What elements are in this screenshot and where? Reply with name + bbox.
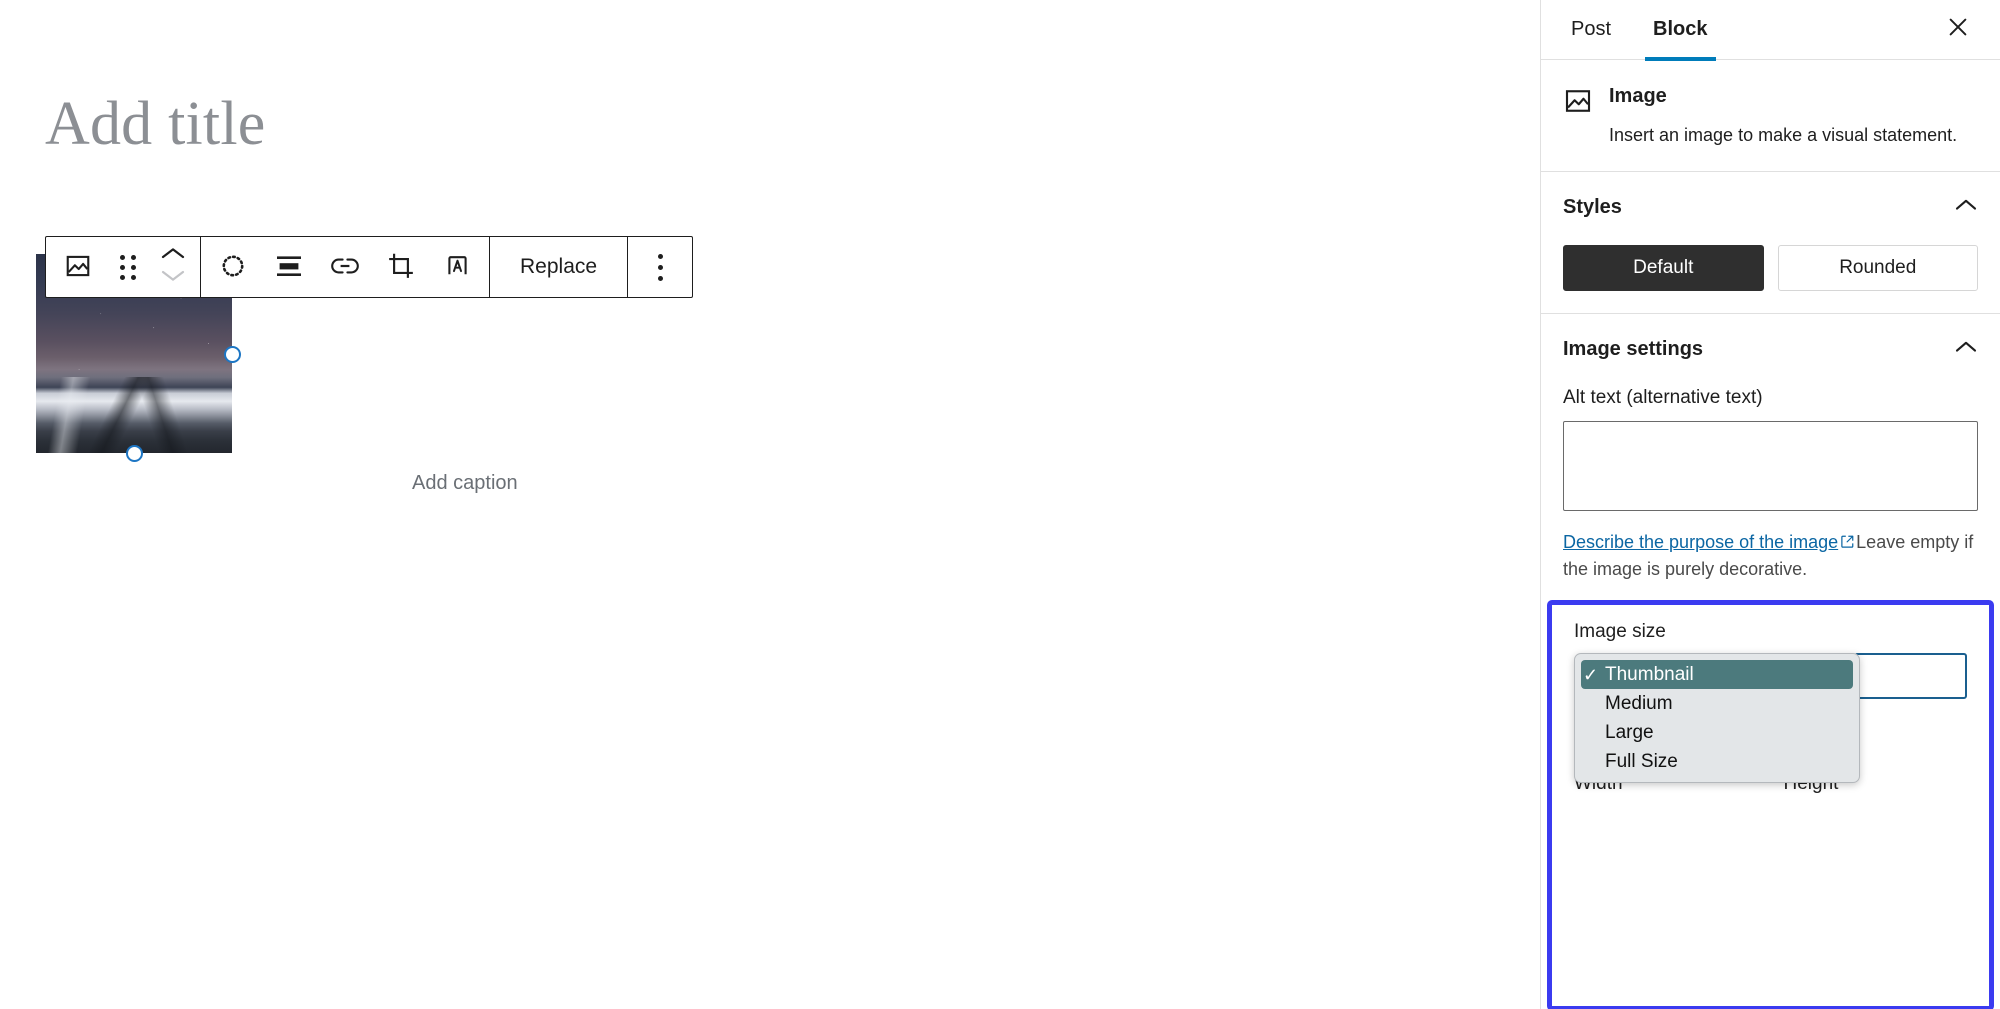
toolbar-group-replace: Replace	[489, 237, 627, 297]
settings-sidebar: Post Block Image Insert an image to make…	[1540, 0, 2000, 1009]
dropdown-option-label: Large	[1605, 721, 1654, 743]
align-options-icon	[220, 253, 246, 282]
image-settings-panel-header[interactable]: Image settings	[1563, 338, 1978, 361]
drag-handle-button[interactable]	[106, 238, 150, 296]
style-option-rounded[interactable]: Rounded	[1777, 244, 1978, 291]
tab-post[interactable]: Post	[1563, 0, 1619, 60]
external-link-icon	[1840, 531, 1855, 557]
close-icon	[1946, 15, 1970, 44]
more-options-icon	[657, 253, 663, 281]
toolbar-group-format	[200, 237, 489, 297]
close-sidebar-button[interactable]	[1936, 8, 1980, 52]
styles-panel: Styles Default Rounded	[1541, 172, 2000, 314]
toolbar-group-block	[46, 237, 200, 297]
crop-button[interactable]	[373, 238, 429, 296]
crop-icon	[387, 252, 415, 283]
wordpress-block-editor: Add title Replace Add caption Post Block…	[0, 0, 2000, 1009]
replace-button[interactable]: Replace	[494, 255, 623, 279]
alt-text-help: Describe the purpose of the image Leave e…	[1563, 530, 1978, 583]
style-option-default[interactable]: Default	[1563, 244, 1764, 291]
align-center-icon	[276, 254, 302, 281]
styles-panel-title: Styles	[1563, 195, 1622, 218]
image-settings-panel-title: Image settings	[1563, 337, 1704, 360]
chevron-up-icon[interactable]	[1954, 339, 1978, 360]
block-type-button[interactable]	[50, 238, 106, 296]
dropdown-option-label: Medium	[1605, 692, 1673, 714]
dropdown-option-medium[interactable]: Medium	[1575, 689, 1859, 718]
add-text-over-image-button[interactable]	[429, 238, 485, 296]
image-icon	[1563, 84, 1593, 121]
align-center-button[interactable]	[261, 238, 317, 296]
image-settings-panel: Image settings Alt text (alternative tex…	[1541, 314, 2000, 605]
block-movers[interactable]	[150, 238, 196, 296]
link-icon	[330, 255, 360, 280]
drag-handle-icon	[120, 254, 136, 280]
describe-purpose-link[interactable]: Describe the purpose of the image	[1563, 532, 1838, 552]
block-card-description: Insert an image to make a visual stateme…	[1609, 125, 1958, 145]
tab-block[interactable]: Block	[1645, 0, 1716, 61]
dropdown-option-full-size[interactable]: Full Size	[1575, 747, 1859, 776]
more-options-button[interactable]	[632, 238, 688, 296]
dropdown-option-large[interactable]: Large	[1575, 718, 1859, 747]
image-size-highlight-region: Image size ✓ Thumbnail Medium Large Full…	[1547, 600, 1994, 1009]
chevron-down-icon[interactable]	[160, 268, 186, 288]
block-card-title: Image	[1609, 85, 1667, 107]
link-button[interactable]	[317, 238, 373, 296]
image-icon	[64, 252, 92, 283]
chevron-up-icon[interactable]	[1954, 197, 1978, 218]
image-size-select[interactable]: ✓ Thumbnail Medium Large Full Size	[1574, 653, 1967, 783]
alt-text-input[interactable]	[1563, 420, 1978, 511]
toolbar-group-more	[627, 237, 692, 297]
editor-canvas[interactable]: Add title Replace Add caption	[0, 0, 1540, 1009]
block-card-section: Image Insert an image to make a visual s…	[1541, 60, 2000, 172]
add-text-over-image-icon	[444, 252, 471, 282]
dropdown-option-thumbnail[interactable]: ✓ Thumbnail	[1581, 660, 1853, 689]
image-caption-input[interactable]: Add caption	[412, 472, 518, 495]
image-size-dropdown[interactable]: ✓ Thumbnail Medium Large Full Size	[1574, 653, 1860, 783]
check-icon: ✓	[1583, 664, 1599, 685]
alt-text-label: Alt text (alternative text)	[1563, 386, 1763, 408]
align-options-button[interactable]	[205, 238, 261, 296]
style-options: Default Rounded	[1563, 244, 1978, 291]
dropdown-option-label: Thumbnail	[1605, 663, 1694, 685]
resize-handle-right[interactable]	[224, 345, 241, 363]
styles-panel-header[interactable]: Styles	[1563, 196, 1978, 219]
image-size-select-box[interactable]	[1854, 653, 1967, 699]
sidebar-tabs: Post Block	[1541, 0, 2000, 61]
chevron-up-icon[interactable]	[160, 246, 186, 266]
resize-handle-bottom[interactable]	[126, 445, 143, 462]
image-size-label: Image size	[1574, 621, 1666, 642]
block-card: Image Insert an image to make a visual s…	[1563, 84, 1978, 149]
post-title-input[interactable]: Add title	[45, 90, 266, 159]
dropdown-option-label: Full Size	[1605, 750, 1678, 772]
block-toolbar[interactable]: Replace	[45, 236, 694, 298]
